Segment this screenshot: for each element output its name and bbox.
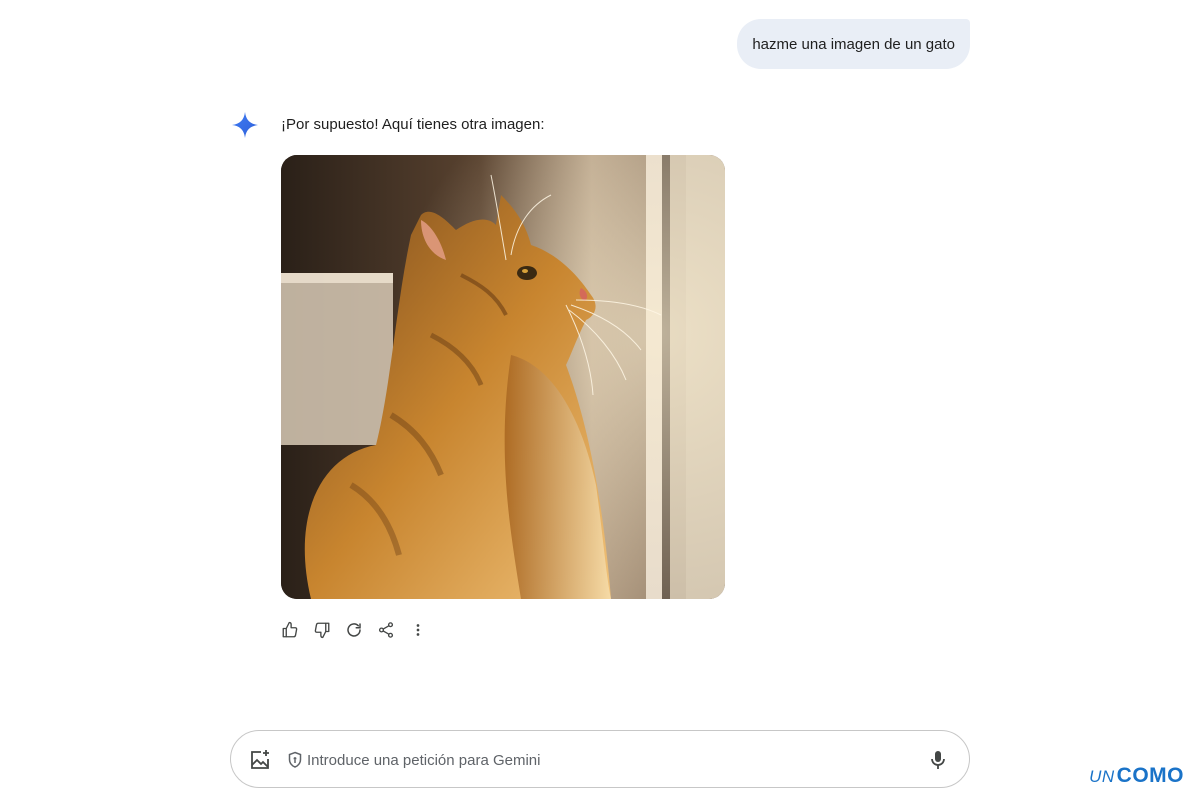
thumbs-down-icon [314,622,329,638]
gemini-spark-icon [232,112,258,138]
more-options-button[interactable] [407,619,428,640]
model-response-text: ¡Por supuesto! Aquí tienes otra imagen: [281,116,545,133]
uncomo-watermark: UN COMO [1089,764,1184,788]
share-icon [378,621,393,638]
more-vertical-icon [416,623,419,636]
microphone-icon[interactable] [926,748,950,772]
add-image-icon[interactable] [248,748,272,772]
prompt-bar [230,730,970,788]
refresh-icon [346,622,361,637]
chat-page: hazme una imagen de un gato ¡Por supuest… [0,0,1200,800]
user-message-bubble: hazme una imagen de un gato [737,19,970,69]
watermark-prefix: UN [1089,767,1115,786]
cat-illustration [281,155,725,599]
shield-icon [288,751,302,768]
thumbs-up-button[interactable] [279,619,300,640]
regenerate-button[interactable] [343,619,364,640]
thumbs-down-button[interactable] [311,619,332,640]
prompt-input[interactable] [307,745,907,775]
generated-cat-image[interactable] [281,155,725,599]
user-message-text: hazme una imagen de un gato [752,35,955,53]
response-actions [279,619,428,640]
thumbs-up-icon [282,621,297,637]
watermark-brand: COMO [1116,764,1184,787]
share-button[interactable] [375,619,396,640]
